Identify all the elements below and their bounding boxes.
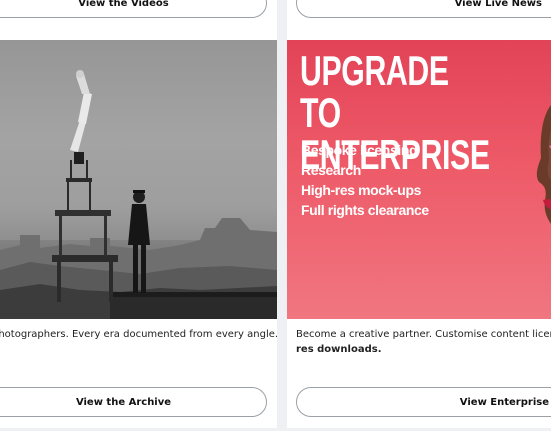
archive-card: View the Videos photographers. Every era… bbox=[0, 0, 277, 428]
promo-heading-line1: UPGRADE TO bbox=[300, 47, 449, 136]
view-videos-button[interactable]: View the Videos bbox=[0, 0, 267, 18]
vintage-acrobat-photo-illustration bbox=[0, 40, 277, 319]
archive-photo[interactable] bbox=[0, 40, 277, 319]
enterprise-caption: Become a creative partner. Customise con… bbox=[296, 327, 551, 357]
model-portrait-illustration bbox=[536, 105, 551, 224]
enterprise-card: View Live News UPGRADE TO ENTERPRISE Bes… bbox=[287, 0, 551, 428]
view-archive-button[interactable]: View the Archive bbox=[0, 387, 267, 417]
benefit-item: High-res mock-ups bbox=[301, 182, 421, 198]
benefit-item: Full rights clearance bbox=[301, 202, 429, 218]
benefit-item: Research bbox=[301, 162, 361, 178]
enterprise-caption-line2: res downloads. bbox=[296, 342, 551, 357]
archive-caption: photographers. Every era documented from… bbox=[0, 329, 277, 340]
benefits-list: Bespoke licensing Research High-res mock… bbox=[301, 140, 429, 220]
benefit-item: Bespoke licensing bbox=[301, 142, 418, 158]
view-enterprise-button[interactable]: View Enterprise bbox=[296, 387, 551, 417]
enterprise-promo-banner[interactable]: UPGRADE TO ENTERPRISE Bespoke licensing … bbox=[287, 40, 551, 319]
enterprise-caption-line1: Become a creative partner. Customise con… bbox=[296, 329, 551, 340]
enterprise-caption-bold: res downloads. bbox=[296, 344, 382, 355]
view-live-news-button[interactable]: View Live News bbox=[296, 0, 551, 18]
